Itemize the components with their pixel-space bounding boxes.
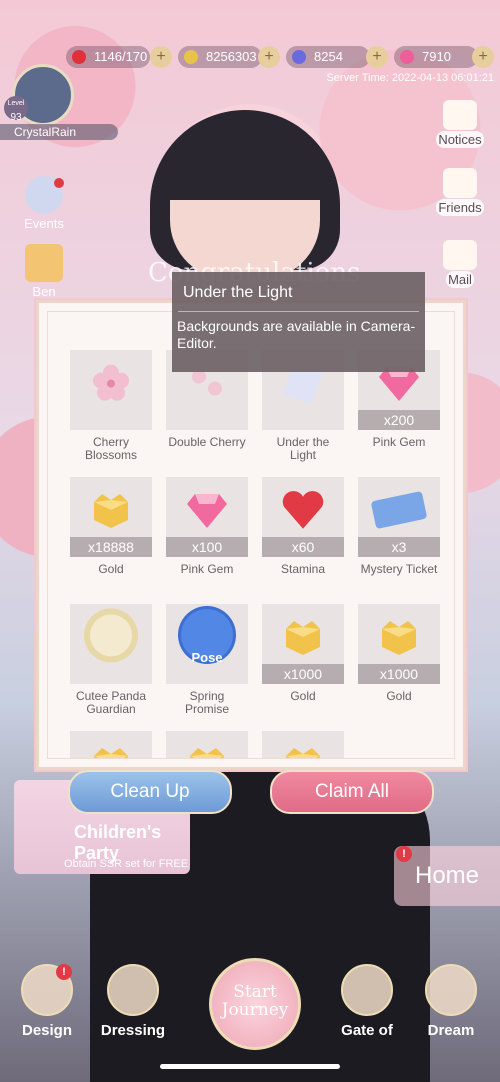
stamina-counter: 1146/170 — [66, 46, 150, 68]
reward-name: Mystery Ticket — [360, 562, 438, 576]
reward-count: x3 — [358, 537, 440, 557]
reward-name: Double Cherry — [168, 435, 246, 449]
add-stamina-button[interactable]: + — [150, 46, 172, 68]
start-journey-button[interactable]: Start Journey — [209, 958, 301, 1050]
mail-icon — [443, 240, 477, 270]
reward-item[interactable]: Cherry Blossoms — [70, 350, 152, 462]
gold-icon — [184, 744, 230, 758]
reward-name: Gold — [290, 689, 316, 703]
item-tooltip: Under the Light Backgrounds are availabl… — [172, 272, 425, 372]
dream-icon — [425, 964, 477, 1016]
reward-item[interactable]: x1000 Gold — [262, 604, 344, 703]
heart-icon — [280, 489, 326, 536]
gold-icon — [88, 490, 134, 535]
claim-all-button[interactable]: Claim All — [270, 770, 434, 814]
reward-thumbnail — [70, 731, 152, 758]
home-indicator[interactable] — [160, 1064, 340, 1069]
diamond-icon — [292, 50, 306, 64]
home-alert-badge: ! — [396, 846, 412, 862]
reward-count: x100 — [166, 537, 248, 557]
reward-item[interactable]: x3 Mystery Ticket — [358, 477, 440, 576]
gold-icon — [280, 744, 326, 758]
mail-button[interactable]: Mail — [434, 240, 486, 288]
nav-gate-of[interactable]: Gate of — [332, 964, 402, 1039]
ticket-icon — [369, 490, 429, 535]
events-button[interactable]: Events — [20, 176, 68, 231]
cherry-blossom-icon — [89, 361, 133, 410]
reward-count: x60 — [262, 537, 344, 557]
gold-icon — [280, 617, 326, 662]
reward-item[interactable]: Cutee Panda Guardian — [70, 604, 152, 716]
heart-icon — [72, 50, 86, 64]
player-level-badge: Level 93 — [4, 96, 28, 123]
gold-counter: 8256303 — [178, 46, 262, 68]
pink-gem-counter: 7910 — [394, 46, 478, 68]
reward-item[interactable] — [70, 731, 152, 758]
reward-thumbnail: x3 — [358, 477, 440, 557]
coin-icon — [184, 50, 198, 64]
gold-icon — [88, 744, 134, 758]
reward-item[interactable]: x18888 Gold — [70, 477, 152, 576]
banner-subtitle: Obtain SSR set for FREE — [64, 858, 189, 870]
player-name: CrystalRain — [0, 124, 118, 140]
reward-thumbnail: x100 — [166, 477, 248, 557]
reward-count: x1000 — [262, 664, 344, 684]
currency-bar: 1146/170 + 8256303 + 8254 + 7910 + — [66, 46, 496, 70]
reward-name: Cutee Panda Guardian — [75, 689, 147, 716]
reward-thumbnail: Pose — [166, 604, 248, 684]
notices-button[interactable]: Notices — [434, 100, 486, 148]
gift-icon — [25, 244, 63, 282]
add-diamond-button[interactable]: + — [366, 46, 388, 68]
gold-icon — [376, 617, 422, 662]
pink-gem-icon — [400, 50, 414, 64]
rewards-grid-container[interactable]: Cherry Blossoms Double Cherry Under the Li… — [47, 311, 455, 759]
reward-name: Gold — [98, 562, 124, 576]
diamond-counter: 8254 — [286, 46, 370, 68]
reward-item[interactable]: x1000 Gold — [358, 604, 440, 703]
reward-item[interactable]: x60 Stamina — [262, 477, 344, 576]
reward-name: Cherry Blossoms — [84, 435, 137, 462]
reward-item[interactable]: x100 Pink Gem — [166, 477, 248, 576]
reward-name: Under the Light — [276, 435, 330, 462]
reward-count: x18888 — [70, 537, 152, 557]
nav-design[interactable]: Design — [12, 964, 82, 1039]
benefits-button[interactable]: Ben — [20, 244, 68, 299]
dressing-icon — [107, 964, 159, 1016]
friends-button[interactable]: Friends — [434, 168, 486, 216]
reward-thumbnail: x1000 — [262, 604, 344, 684]
reward-name: Pink Gem — [180, 562, 234, 576]
reward-thumbnail — [262, 731, 344, 758]
reward-count: x200 — [358, 410, 440, 430]
pink-gem-icon — [185, 490, 229, 535]
reward-thumbnail — [70, 350, 152, 430]
friends-icon — [443, 168, 477, 198]
server-time: Server Time: 2022-04-13 06:01:21 — [326, 72, 494, 84]
medal-icon — [83, 607, 139, 668]
notification-dot — [54, 178, 64, 188]
add-pink-gem-button[interactable]: + — [472, 46, 494, 68]
reward-name: Pink Gem — [372, 435, 426, 449]
reward-name: Stamina — [280, 562, 326, 576]
nav-dream[interactable]: Dream — [416, 964, 486, 1039]
tooltip-description: Backgrounds are available in Camera-Edit… — [177, 318, 416, 351]
clean-up-button[interactable]: Clean Up — [68, 770, 232, 814]
reward-item[interactable] — [262, 731, 344, 758]
reward-thumbnail: x1000 — [358, 604, 440, 684]
design-alert-badge: ! — [56, 964, 72, 980]
reward-thumbnail — [166, 731, 248, 758]
reward-thumbnail: x18888 — [70, 477, 152, 557]
reward-item[interactable] — [166, 731, 248, 758]
reward-item[interactable]: Pose Spring Promise — [166, 604, 248, 716]
nav-dressing[interactable]: Dressing — [98, 964, 168, 1039]
pose-label: Pose — [191, 650, 223, 665]
tooltip-title: Under the Light — [183, 284, 293, 301]
reward-name: Spring Promise — [184, 689, 229, 716]
reward-thumbnail: x60 — [262, 477, 344, 557]
reward-count: x1000 — [358, 664, 440, 684]
reward-thumbnail — [70, 604, 152, 684]
reward-name: Gold — [386, 689, 412, 703]
add-gold-button[interactable]: + — [258, 46, 280, 68]
gate-icon — [341, 964, 393, 1016]
notice-board-icon — [443, 100, 477, 130]
